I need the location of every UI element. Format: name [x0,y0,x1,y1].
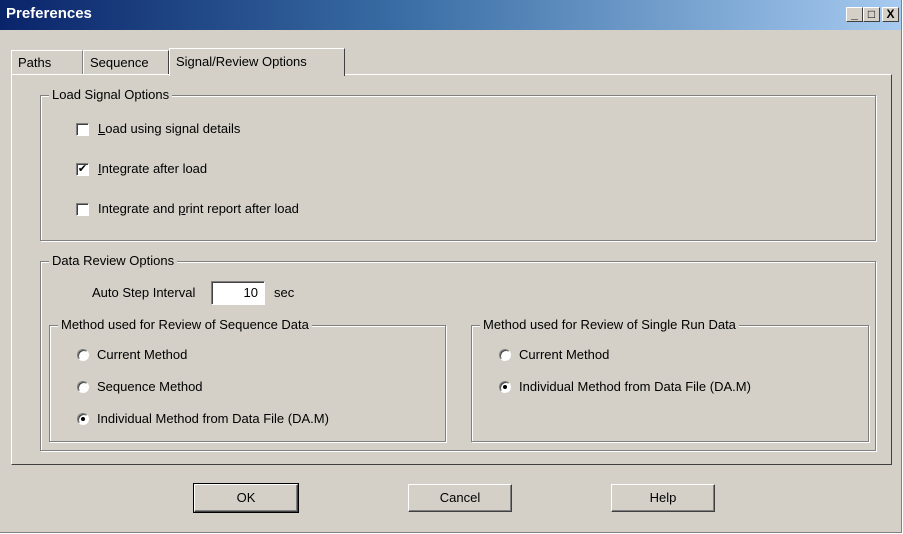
single-run-current-method-label[interactable]: Current Method [519,347,609,362]
tab-sequence-label: Sequence [90,55,149,70]
tab-signal-review-options[interactable]: Signal/Review Options [169,48,345,76]
auto-step-interval-input[interactable]: 10 [211,281,265,305]
integrate-and-print-report-label[interactable]: Integrate and print report after load [98,201,299,216]
ok-button[interactable]: OK [193,483,299,513]
load-signal-options-legend: Load Signal Options [49,87,173,102]
single-run-current-method-radio[interactable] [499,349,511,361]
tab-paths-label: Paths [18,55,52,70]
radio-selected-dot [81,417,85,421]
close-icon[interactable]: X [882,7,899,22]
integrate-and-print-report-checkbox[interactable] [76,203,89,216]
load-using-signal-details-checkbox[interactable] [76,123,89,136]
help-button[interactable]: Help [611,484,715,512]
integrate-after-load-label[interactable]: Integrate after load [98,161,207,176]
tab-paths[interactable]: Paths [11,50,83,74]
tab-panel: Load Signal Options Load using signal de… [11,74,892,465]
radio-selected-dot [503,385,507,389]
sequence-sequence-method-radio[interactable] [77,381,89,393]
auto-step-interval-label: Auto Step Interval [92,285,196,300]
auto-step-unit-label: sec [274,285,295,300]
sequence-individual-method-label[interactable]: Individual Method from Data File (DA.M) [97,411,329,426]
sequence-current-method-label[interactable]: Current Method [97,347,187,362]
maximize-icon[interactable]: □ [863,7,880,22]
single-run-review-method-group: Method used for Review of Single Run Dat… [471,317,869,442]
minimize-icon[interactable]: _ [846,7,863,22]
tab-signal-review-options-label: Signal/Review Options [176,54,307,69]
single-run-individual-method-radio[interactable] [499,381,511,393]
tab-sequence[interactable]: Sequence [83,50,169,74]
sequence-individual-method-radio[interactable] [77,413,89,425]
load-using-signal-details-label[interactable]: Load using signal details [98,121,240,136]
sequence-current-method-radio[interactable] [77,349,89,361]
single-run-individual-method-label[interactable]: Individual Method from Data File (DA.M) [519,379,751,394]
window-title: Preferences [6,5,92,22]
data-review-options-legend: Data Review Options [49,253,178,268]
title-bar[interactable]: Preferences _ □ X [0,0,901,30]
single-run-review-method-legend: Method used for Review of Single Run Dat… [480,317,739,332]
preferences-dialog: Preferences _ □ X Paths Sequence Signal/… [0,0,902,533]
load-signal-options-group: Load Signal Options Load using signal de… [40,87,876,241]
data-review-options-group: Data Review Options Auto Step Interval 1… [40,253,876,451]
sequence-review-method-group: Method used for Review of Sequence Data … [49,317,446,442]
sequence-review-method-legend: Method used for Review of Sequence Data [58,317,312,332]
integrate-after-load-checkbox[interactable]: ✔ [76,163,89,176]
sequence-sequence-method-label[interactable]: Sequence Method [97,379,203,394]
cancel-button[interactable]: Cancel [408,484,512,512]
